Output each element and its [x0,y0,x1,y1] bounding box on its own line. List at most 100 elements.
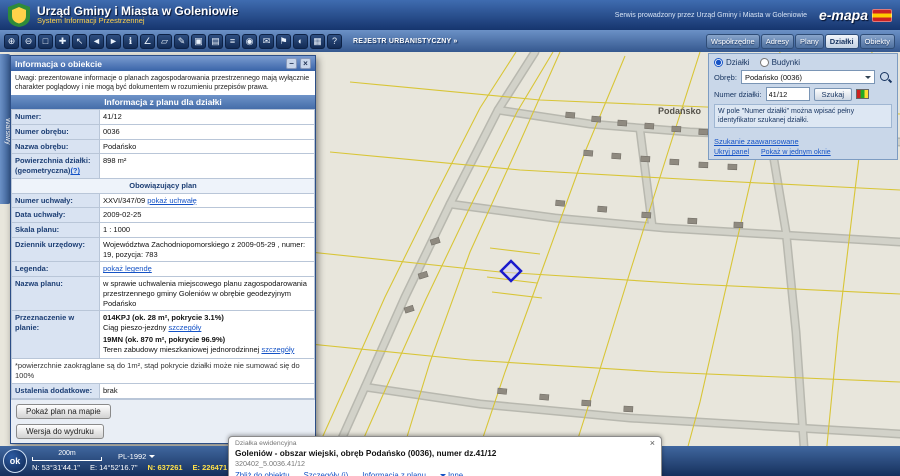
measure-area-icon[interactable]: ▱ [157,34,172,49]
row-plan-header: Obowiązujący plan [12,178,315,193]
poi-icon[interactable]: ⚑ [276,34,291,49]
zoom-to-object-link[interactable]: Zbliż do obiektu [235,471,290,476]
obreb-label: Obręb: [714,73,737,82]
search-tabs: Współrzędne Adresy Plany Działki Obiekty [706,34,895,49]
radio-dzialki-input[interactable] [714,58,723,67]
row-legenda: Legenda: pokaż legendę [12,262,315,277]
previous-view-icon[interactable]: ◄ [89,34,104,49]
show-legend-link[interactable]: pokaż legendę [103,264,152,273]
row-data-uchwaly: Data uchwały: 2009-02-25 [12,208,315,223]
obreb-select[interactable]: Podańsko (0036) [741,70,875,84]
geoportal-logo[interactable]: ok [3,449,27,473]
grid-coord-n: N: 637261 [148,463,183,472]
crs-select[interactable]: PL-1992 [118,451,155,461]
details-link[interactable]: Szczegóły (i) [304,471,349,476]
pan-icon[interactable]: ✚ [55,34,70,49]
area-help-link[interactable]: (?) [70,166,80,175]
minimize-icon[interactable]: − [286,58,297,69]
szukaj-button[interactable]: Szukaj [814,88,853,101]
layers-icon[interactable]: ≡ [225,34,240,49]
map-toolbar: ⊕ ⊖ □ ✚ ↖ ◄ ► ℹ ∠ ▱ ✎ ▣ ▤ ≡ ◉ ✉ ⚑ ◐ ▦ ? … [0,30,900,52]
next-view-icon[interactable]: ► [106,34,121,49]
tab-wspolrzedne[interactable]: Współrzędne [706,34,760,49]
feature-popup: Działka ewidencyjna × Goleniów - obszar … [228,436,662,476]
dialog-disclaimer: Uwagi: prezentowane informacje o planach… [11,71,315,95]
header-titles: Urząd Gminy i Miasta w Goleniowie System… [37,5,238,25]
close-icon[interactable]: × [300,58,311,69]
chevron-down-icon [865,76,871,82]
row-footnote: *powierzchnie zaokrąglane są do 1m², stą… [12,359,315,384]
header-right: Serwis prowadzony przez Urząd Gminy i Mi… [615,7,892,23]
row-dziennik-urzedowy: Dziennik urzędowy: Województwa Zachodnio… [12,237,315,262]
gmina-logo-icon[interactable] [8,3,30,27]
show-resolution-link[interactable]: pokaż uchwałę [147,196,197,205]
plan-info-section-title: Informacja z planu dla działki [11,95,315,109]
scale-label: 200m [58,450,76,457]
popup-close-icon[interactable]: × [650,439,655,447]
zoom-in-icon[interactable]: ⊕ [4,34,19,49]
use-details-link-2[interactable]: szczegóły [261,345,294,354]
measure-length-icon[interactable]: ∠ [140,34,155,49]
panel-footer-links: Ukryj panel Pokaż w jednym oknie [714,149,892,156]
feature-object-id: 320402_5.0036.41/12 [235,459,655,468]
single-window-link[interactable]: Pokaż w jednym oknie [761,149,831,156]
rejestr-urbanistyczny-link[interactable]: REJESTR URBANISTYCZNY » [353,38,457,45]
parcel-number-input[interactable] [766,87,810,101]
chevron-down-icon [149,455,155,461]
radio-budynki[interactable]: Budynki [760,58,800,67]
dialog-titlebar[interactable]: Informacja o obiekcie − × [11,56,315,71]
app-root: Podańsko Podańsko Warstwy Urząd Gminy i … [0,0,900,476]
row-numer-obrebu: Numer obrębu: 0036 [12,124,315,139]
parcel-search-panel: Działki Budynki Obręb: Podańsko (0036) N… [708,53,898,160]
row-numer: Numer: 41/12 [12,110,315,125]
print-version-button[interactable]: Wersja do wydruku [16,424,104,439]
street-view-icon[interactable]: ◉ [242,34,257,49]
use-details-link-1[interactable]: szczegóły [168,323,201,332]
plan-info-link[interactable]: Informacja z planu [362,471,426,476]
tab-adresy[interactable]: Adresy [761,34,794,49]
emapa-brand-label: e-mapa [819,7,868,23]
emapa-logo[interactable]: e-mapa [819,7,892,23]
row-skala-planu: Skala planu: 1 : 1000 [12,223,315,238]
land-use-2: 19MN (ok. 870 m², pokrycie 96.9%) Teren … [103,335,311,355]
help-icon[interactable]: ? [327,34,342,49]
row-nazwa-planu: Nazwa planu: w sprawie uchwalenia miejsc… [12,277,315,311]
geo-coord-n: N: 53°31'44.1" [32,463,80,472]
scale-bar-line [32,457,102,461]
mail-icon[interactable]: ✉ [259,34,274,49]
zoom-out-icon[interactable]: ⊖ [21,34,36,49]
map-label-podansko-1: Podańsko [658,106,702,116]
radio-budynki-input[interactable] [760,58,769,67]
zoom-window-icon[interactable]: □ [38,34,53,49]
legend-icon[interactable]: ▦ [310,34,325,49]
other-actions-dropdown[interactable]: Inne [440,470,463,476]
search-magnifier-icon[interactable] [879,71,892,84]
snapshot-icon[interactable]: ▣ [191,34,206,49]
scale-bar: 200m [32,450,102,461]
feature-actions: Zbliż do obiektu Szczegóły (i) Informacj… [235,470,655,476]
coordinates-readout: N: 53°31'44.1" E: 14°52'16.7" N: 637261 … [32,463,227,472]
search-hint: W pole "Numer działki" można wpisać pełn… [714,104,892,128]
tab-plany[interactable]: Plany [795,34,824,49]
grid-coord-e: E: 226471 [193,463,228,472]
tab-obiekty[interactable]: Obiekty [860,34,895,49]
select-arrow-icon[interactable]: ↖ [72,34,87,49]
row-przeznaczenie: Przeznaczenie w planie: 014KPJ (ok. 28 m… [12,311,315,359]
row-nazwa-obrebu: Nazwa obrębu: Podańsko [12,139,315,154]
radio-dzialki[interactable]: Działki [714,58,750,67]
service-note: Serwis prowadzony przez Urząd Gminy i Mi… [615,12,807,19]
feature-title: Goleniów - obszar wiejski, obręb Podańsk… [235,448,655,458]
obreb-row: Obręb: Podańsko (0036) [714,70,892,84]
swipe-icon[interactable]: ◐ [293,34,308,49]
draw-icon[interactable]: ✎ [174,34,189,49]
advanced-search-link[interactable]: Szukanie zaawansowane [714,137,799,146]
tab-dzialki[interactable]: Działki [825,34,859,49]
print-icon[interactable]: ▤ [208,34,223,49]
parcel-number-label: Numer działki: [714,90,762,99]
hide-panel-link[interactable]: Ukryj panel [714,149,749,156]
show-plan-on-map-button[interactable]: Pokaż plan na mapie [16,404,111,419]
geo-coord-e: E: 14°52'16.7" [90,463,138,472]
dialog-title: Informacja o obiekcie [15,59,102,69]
identify-icon[interactable]: ℹ [123,34,138,49]
parcel-colors-icon[interactable] [856,89,869,99]
